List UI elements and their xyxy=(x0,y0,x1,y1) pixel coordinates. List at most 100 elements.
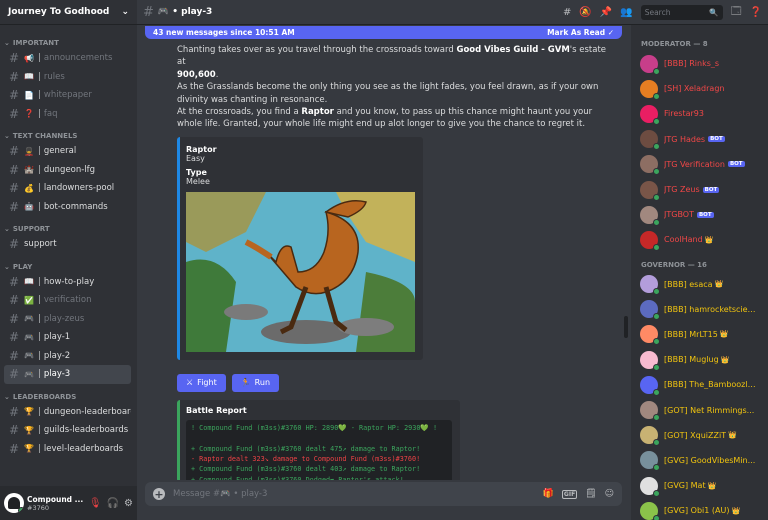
run-button[interactable]: 🏃 Run xyxy=(231,373,280,392)
category-header[interactable]: ⌄ LEADERBOARDS xyxy=(0,391,137,403)
category-header[interactable]: ⌄ PLAY xyxy=(0,261,137,273)
pin-icon[interactable]: 📌 xyxy=(600,7,612,18)
message-input[interactable]: Message #🎮 • play-3 xyxy=(173,489,267,499)
channel-emoji-icon: ❓ xyxy=(24,109,34,119)
sidebar-item-level-leaderboards[interactable]: # 🏆 | level-leaderboards xyxy=(4,440,131,459)
sidebar-item-faq[interactable]: # ❓ | faq xyxy=(4,105,131,124)
member-name: [GVG] GoodVibesMin... xyxy=(664,455,756,465)
member-item[interactable]: [SH] Xeladragn xyxy=(631,76,768,101)
online-status-icon xyxy=(653,338,660,346)
member-item[interactable]: Firestar93 xyxy=(631,101,768,126)
search-input[interactable]: Search 🔍 xyxy=(640,4,723,20)
server-header[interactable]: Journey To Godhood ⌄ xyxy=(0,0,137,25)
hash-icon: # xyxy=(9,106,20,121)
separator: | xyxy=(38,443,41,454)
inbox-icon[interactable]: 🗔 xyxy=(731,4,742,21)
mute-icon[interactable]: 🎙 xyxy=(89,498,102,509)
sidebar-item-verification[interactable]: # ✅ | verification xyxy=(4,291,131,310)
gif-icon[interactable]: GIF xyxy=(561,489,578,499)
chevron-down-icon[interactable]: ⌄ xyxy=(121,7,129,17)
avatar xyxy=(640,451,660,472)
avatar[interactable] xyxy=(4,493,24,513)
sidebar-item-general[interactable]: # 💂 | general xyxy=(4,142,131,161)
threads-icon[interactable]: # xyxy=(563,7,571,18)
member-item[interactable]: [BBB] hamrocketscien... xyxy=(631,297,768,322)
fight-button[interactable]: ⚔ Fight xyxy=(177,373,226,392)
online-status-icon xyxy=(653,143,660,151)
sidebar-item-label: verification xyxy=(43,295,92,306)
member-item[interactable]: [BBB] Muglug 👑 xyxy=(631,347,768,372)
sidebar-item-rules[interactable]: # 📖 | rules xyxy=(4,68,131,87)
gift-icon[interactable]: 🎁 xyxy=(543,489,554,499)
sidebar-item-whitepaper[interactable]: # 📄 | whitepaper xyxy=(4,86,131,105)
category-header[interactable]: ⌄ SUPPORT xyxy=(0,223,137,235)
member-item[interactable]: CoolHand 👑 xyxy=(631,227,768,252)
member-item[interactable]: [BBB] esaca 👑 xyxy=(631,272,768,297)
member-name: [GOT] Net Rimmings... xyxy=(664,405,755,415)
sidebar-item-label: guilds-leaderboards xyxy=(43,425,129,436)
member-item[interactable]: [GOT] Net Rimmings... xyxy=(631,397,768,422)
sidebar-item-label: play-zeus xyxy=(43,313,85,324)
sidebar-item-guilds-leaderboards[interactable]: # 🏆 | guilds-leaderboards xyxy=(4,421,131,440)
sidebar-item-play-zeus[interactable]: # 🎮 | play-zeus xyxy=(4,310,131,329)
mark-as-read-button[interactable]: Mark As Read ✓ xyxy=(547,28,614,37)
sidebar-item-announcements[interactable]: # 📢 | announcements xyxy=(4,49,131,68)
sticker-icon[interactable]: 🗒 xyxy=(585,489,596,499)
hash-icon: # xyxy=(9,423,20,438)
member-name: JTG Zeus xyxy=(664,185,700,195)
member-item[interactable]: JTG Verification BOT xyxy=(631,152,768,177)
battle-report-embed: Battle Report ! Compound Fund (m3ss)#376… xyxy=(177,399,460,480)
online-status-icon xyxy=(653,117,660,125)
member-item[interactable]: JTGBOT BOT xyxy=(631,202,768,227)
members-icon[interactable]: 👥 xyxy=(620,7,632,18)
battle-log-line xyxy=(191,433,447,443)
member-list: MODERATOR — 8 [BBB] Rinks_s [SH] Xeladrag… xyxy=(631,25,768,520)
bell-mute-icon[interactable]: 🔕 xyxy=(579,7,591,18)
search-placeholder: Search xyxy=(644,7,671,17)
emoji-icon[interactable]: ☺ xyxy=(605,489,614,499)
member-item[interactable]: [BBB] MrLT15 👑 xyxy=(631,322,768,347)
member-name: Firestar93 xyxy=(664,109,704,119)
sidebar-item-dungeon-lfg[interactable]: # 🏰 | dungeon-lfg xyxy=(4,161,131,180)
category-header[interactable]: ⌄ IMPORTANT xyxy=(0,37,137,49)
member-name: [SH] Xeladragn xyxy=(664,84,725,94)
scrollbar[interactable] xyxy=(624,316,628,338)
sidebar-item-play-1[interactable]: # 🎮 | play-1 xyxy=(4,328,131,347)
battle-log-line: + Compound Fund (m3ss)#3760 dealt 475↗ d… xyxy=(191,444,421,453)
help-icon[interactable]: ❓ xyxy=(750,7,762,18)
member-item[interactable]: [GOT] XquiZZiT 👑 xyxy=(631,423,768,448)
bot-badge: BOT xyxy=(708,136,725,143)
plus-icon[interactable]: + xyxy=(153,488,165,500)
online-status-icon xyxy=(653,514,660,520)
online-status-icon xyxy=(653,489,660,497)
member-name: JTG Verification xyxy=(664,159,725,169)
hash-icon: # xyxy=(9,330,20,345)
member-item[interactable]: [BBB] Rinks_s xyxy=(631,51,768,76)
category-header[interactable]: ⌄ TEXT CHANNELS xyxy=(0,130,137,142)
sidebar-item-landowners-pool[interactable]: # 💰 | landowners-pool xyxy=(4,179,131,198)
member-item[interactable]: [GVG] GoodVibesMin... xyxy=(631,448,768,473)
sidebar-item-play-3[interactable]: # 🎮 | play-3 xyxy=(4,365,131,384)
hash-icon: # xyxy=(9,51,20,66)
member-item[interactable]: JTG Zeus BOT xyxy=(631,177,768,202)
sidebar-item-how-to-play[interactable]: # 📖 | how-to-play xyxy=(4,273,131,292)
new-messages-banner[interactable]: 43 new messages since 10:51 AM Mark As R… xyxy=(145,26,622,39)
member-item[interactable]: [BBB] The_Bamboozle... xyxy=(631,372,768,397)
raptor-image[interactable] xyxy=(186,191,415,352)
sidebar-item-label: support xyxy=(24,239,57,250)
member-item[interactable]: [GVG] Obi1 (AU) 👑 xyxy=(631,498,768,520)
monster-name: Raptor xyxy=(301,107,334,118)
message-composer[interactable]: + Message #🎮 • play-3 🎁 GIF 🗒 ☺ xyxy=(145,482,622,506)
separator: | xyxy=(38,369,41,380)
member-item[interactable]: [GVG] Mat 👑 xyxy=(631,473,768,498)
gear-icon[interactable]: ⚙ xyxy=(124,498,133,509)
deafen-icon[interactable]: 🎧 xyxy=(107,498,119,509)
sidebar-item-bot-commands[interactable]: # 🤖 | bot-commands xyxy=(4,198,131,217)
category-label: TEXT CHANNELS xyxy=(12,132,78,140)
embed-field-name: Raptor xyxy=(186,144,217,154)
sidebar-item-dungeon-leaderboards[interactable]: # 🏆 | dungeon-leaderboards xyxy=(4,403,131,422)
sidebar-item-support[interactable]: # support xyxy=(4,235,131,254)
sidebar-item-play-2[interactable]: # 🎮 | play-2 xyxy=(4,347,131,366)
member-item[interactable]: JTG Hades BOT xyxy=(631,127,768,152)
hash-icon: # xyxy=(9,404,20,419)
